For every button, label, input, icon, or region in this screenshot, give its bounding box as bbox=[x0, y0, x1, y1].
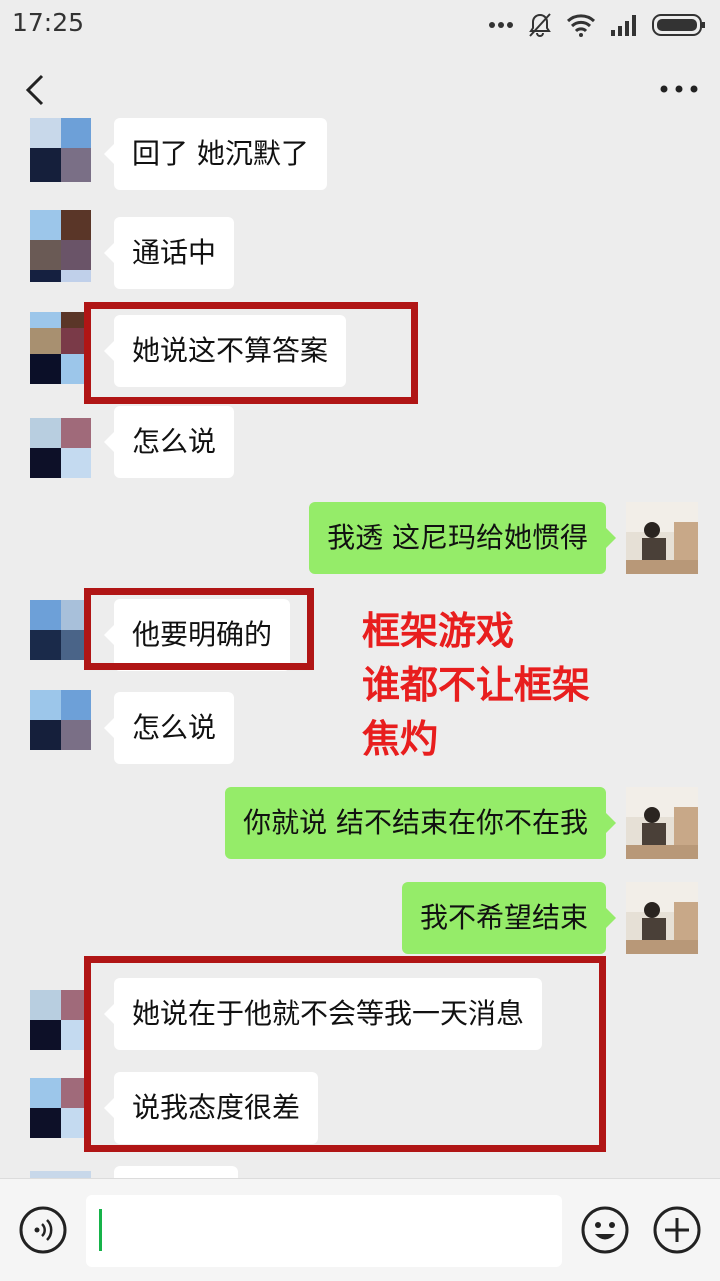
highlight-box bbox=[84, 956, 606, 1152]
emoji-icon[interactable] bbox=[580, 1205, 630, 1255]
more-dots-icon bbox=[489, 22, 513, 28]
contact-avatar[interactable] bbox=[22, 690, 94, 762]
more-icon[interactable] bbox=[656, 74, 702, 104]
status-icons bbox=[488, 10, 706, 40]
incoming-message[interactable]: 怎么说 bbox=[103, 692, 235, 764]
status-bar: 17:25 bbox=[0, 0, 720, 50]
message-input[interactable] bbox=[86, 1195, 562, 1267]
contact-avatar[interactable] bbox=[22, 406, 94, 478]
highlight-box bbox=[84, 588, 314, 670]
outgoing-message[interactable]: 我透 这尼玛给她惯得 bbox=[309, 502, 616, 574]
highlight-box bbox=[84, 302, 418, 404]
outgoing-message[interactable]: 我不希望结束 bbox=[401, 882, 617, 954]
user-avatar[interactable] bbox=[626, 502, 698, 574]
voice-icon[interactable] bbox=[18, 1205, 68, 1255]
mute-icon bbox=[529, 13, 551, 37]
contact-avatar[interactable] bbox=[22, 118, 94, 190]
annotation-line: 焦灼 bbox=[362, 717, 439, 761]
text-caret bbox=[99, 1209, 102, 1251]
incoming-message[interactable]: 回了 她沉默了 bbox=[104, 118, 327, 190]
status-time: 17:25 bbox=[12, 8, 85, 37]
user-avatar[interactable] bbox=[626, 882, 698, 954]
signal-icon bbox=[611, 15, 636, 36]
annotation-line: 谁都不让框架 bbox=[362, 663, 591, 707]
plus-icon[interactable] bbox=[652, 1205, 702, 1255]
battery-icon bbox=[652, 14, 705, 36]
contact-avatar[interactable] bbox=[22, 210, 94, 282]
annotation-line: 框架游戏 bbox=[362, 609, 515, 653]
user-avatar[interactable] bbox=[626, 787, 698, 859]
outgoing-message[interactable]: 你就说 结不结束在你不在我 bbox=[225, 787, 616, 859]
annotation-text: 框架游戏 谁都不让框架 焦灼 bbox=[362, 604, 702, 766]
incoming-message[interactable]: 通话中 bbox=[103, 217, 235, 289]
wifi-icon bbox=[566, 14, 596, 37]
input-bar bbox=[0, 1178, 720, 1281]
back-icon[interactable] bbox=[18, 70, 58, 110]
incoming-message-partial bbox=[114, 1166, 238, 1178]
contact-avatar[interactable] bbox=[22, 1168, 94, 1178]
incoming-message[interactable]: 怎么说 bbox=[103, 406, 235, 478]
